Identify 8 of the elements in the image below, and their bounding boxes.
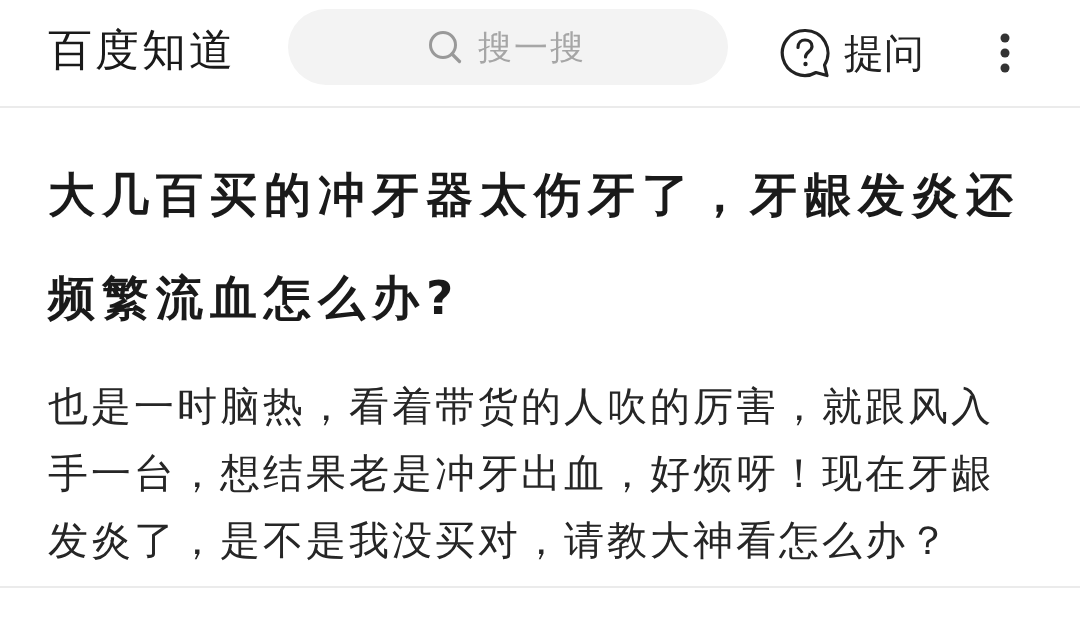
- site-logo[interactable]: 百度知道: [48, 23, 236, 77]
- question-title: 大几百买的冲牙器太伤牙了，牙龈发炎还频繁流血怎么办?: [48, 166, 1021, 327]
- more-menu-icon[interactable]: [999, 33, 1011, 73]
- ask-button[interactable]: 提问: [780, 28, 924, 78]
- question-body: 也是一时脑热，看着带货的人吹的厉害，就跟风入手一台，想结果老是冲牙出血，好烦呀！现在牙龈发炎了，是不是我没买对，请教大神看怎么办？: [48, 382, 995, 565]
- question-bubble-icon: [780, 28, 830, 78]
- search-icon: [428, 30, 462, 64]
- search-field[interactable]: 搜一搜: [288, 9, 728, 85]
